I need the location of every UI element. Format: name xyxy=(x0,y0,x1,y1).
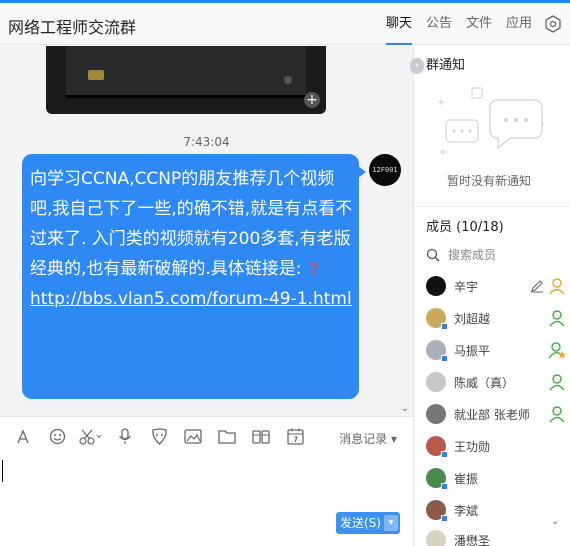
member-avatar xyxy=(426,530,446,546)
member-search-placeholder: 搜索成员 xyxy=(448,248,497,262)
input-toolbar: 消息记录 ▾ xyxy=(0,416,413,456)
side-scroll-down-arrow-icon[interactable]: ⌄ xyxy=(551,516,559,527)
online-status-icon xyxy=(441,515,448,522)
chat-area[interactable]: + 7:43:04 向学习CCNA,CCNP的朋友推荐几个视频吧,我自己下了一些… xyxy=(0,46,413,416)
empty-notice-chat-bubbles-icon xyxy=(438,87,544,155)
member-row[interactable]: 刘超越 xyxy=(426,306,566,330)
sender-avatar[interactable]: 12F001 xyxy=(369,154,401,186)
online-status-icon xyxy=(441,355,448,362)
screenshot-scissors-icon[interactable] xyxy=(74,423,108,451)
chevron-down-icon: ▾ xyxy=(390,432,397,446)
message-link[interactable]: http://bbs.vlan5.com/forum-49-1.html xyxy=(30,289,352,309)
member-avatar xyxy=(426,340,448,362)
online-status-icon xyxy=(441,323,448,330)
member-avatar xyxy=(426,372,446,392)
member-row[interactable]: 潘懋圣 xyxy=(426,528,566,546)
red-packet-icon[interactable] xyxy=(244,423,278,451)
tab-chat[interactable]: 聊天 xyxy=(385,3,412,45)
member-avatar xyxy=(426,276,446,296)
member-name: 王功勋 xyxy=(454,439,491,454)
member-avatar xyxy=(426,468,448,490)
section-divider xyxy=(414,206,570,207)
video-detail xyxy=(88,70,104,80)
send-label: 发送(S) xyxy=(340,516,381,530)
member-name: 李斌 xyxy=(454,503,479,518)
message-timestamp: 7:43:04 xyxy=(183,135,230,149)
member-row[interactable]: 就业部 张老师 xyxy=(426,402,566,426)
send-options-chevron-icon[interactable]: ▾ xyxy=(384,515,398,531)
member-name: 潘懋圣 xyxy=(454,533,491,546)
member-row[interactable]: 王功勋 xyxy=(426,434,566,458)
member-name: 就业部 张老师 xyxy=(454,407,530,422)
member-name: 马振平 xyxy=(454,343,491,358)
owner-role-icon xyxy=(549,278,565,295)
calendar-icon[interactable] xyxy=(278,423,312,451)
chat-header: 网络工程师交流群 聊天 公告 文件 应用 xyxy=(0,3,570,45)
font-icon[interactable] xyxy=(6,423,40,451)
scroll-down-arrow-icon[interactable]: ⌄ xyxy=(401,403,409,414)
video-detail xyxy=(284,76,292,84)
members-section-title: 成员 (10/18) xyxy=(426,220,504,235)
video-thumbnail[interactable]: + xyxy=(46,46,326,114)
microphone-icon[interactable] xyxy=(108,423,142,451)
member-row[interactable]: 李斌 xyxy=(426,498,566,522)
notice-empty-text: 暂时没有新通知 xyxy=(446,174,531,188)
online-status-icon xyxy=(441,451,448,458)
message-record-label: 消息记录 xyxy=(339,432,388,446)
message-bubble[interactable]: 向学习CCNA,CCNP的朋友推荐几个视频吧,我自己下了一些,的确不错,就是有点… xyxy=(22,154,366,399)
admin-star-role-icon xyxy=(548,342,566,359)
member-row[interactable]: 马振平 xyxy=(426,338,566,362)
member-avatar xyxy=(426,308,448,330)
tab-apps[interactable]: 应用 xyxy=(506,3,532,45)
edit-pencil-icon[interactable] xyxy=(530,279,544,293)
member-row[interactable]: 陈威（真） xyxy=(426,370,566,394)
unknown-emoji-icon: ❓ xyxy=(306,262,321,275)
text-caret xyxy=(2,460,3,482)
settings-hexagon-icon[interactable] xyxy=(544,15,562,33)
notice-section-title: 群通知 xyxy=(426,58,466,73)
tab-files[interactable]: 文件 xyxy=(466,3,492,45)
header-tabs: 聊天 公告 文件 应用 xyxy=(372,3,562,45)
member-avatar xyxy=(426,404,446,424)
member-name: 刘超越 xyxy=(454,311,491,326)
image-icon[interactable] xyxy=(176,423,210,451)
sticker-icon[interactable] xyxy=(142,423,176,451)
member-search[interactable]: 搜索成员 xyxy=(426,246,496,263)
expand-plus-icon[interactable]: + xyxy=(304,92,320,108)
member-row[interactable]: 辛宇 xyxy=(426,274,566,298)
member-name: 崔振 xyxy=(454,471,479,486)
member-name: 陈威（真） xyxy=(454,375,515,390)
message-text: 向学习CCNA,CCNP的朋友推荐几个视频吧,我自己下了一些,的确不错,就是有点… xyxy=(30,169,353,279)
admin-role-icon xyxy=(549,374,565,391)
member-name: 辛宇 xyxy=(454,279,479,294)
search-icon xyxy=(426,248,440,261)
member-avatar xyxy=(426,500,448,522)
collapse-panel-chevron-icon[interactable]: › xyxy=(410,58,424,74)
tab-announcement[interactable]: 公告 xyxy=(426,3,452,45)
member-row[interactable]: 崔振 xyxy=(426,466,566,490)
group-side-panel: › 群通知 暂时没有新通知 成员 (10/18) 搜索成员 辛宇 刘超越 马振平… xyxy=(410,46,570,546)
group-title: 网络工程师交流群 xyxy=(8,18,137,37)
admin-role-icon xyxy=(549,406,565,423)
admin-role-icon xyxy=(549,310,565,327)
send-button[interactable]: 发送(S) ▾ xyxy=(336,512,400,534)
member-avatar xyxy=(426,436,448,458)
emoji-icon[interactable] xyxy=(40,423,74,451)
message-record-link[interactable]: 消息记录 ▾ xyxy=(339,430,397,447)
message-input[interactable]: 发送(S) ▾ xyxy=(0,456,413,546)
folder-icon[interactable] xyxy=(210,423,244,451)
online-status-icon xyxy=(441,483,448,490)
